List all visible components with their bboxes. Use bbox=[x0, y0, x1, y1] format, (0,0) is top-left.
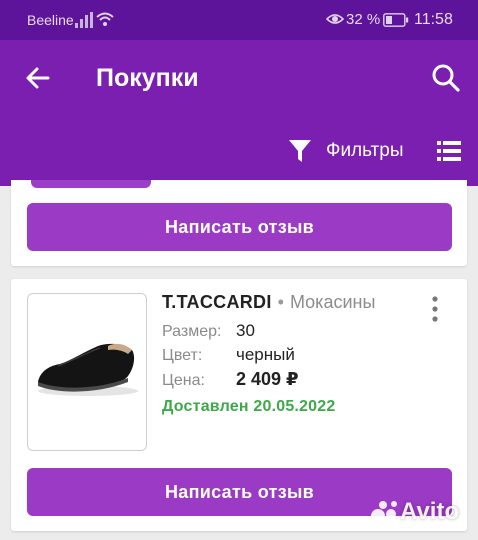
watermark-text: Avito bbox=[400, 498, 460, 525]
price-value: 2 409 ₽ bbox=[236, 369, 299, 389]
avito-watermark: Avito bbox=[370, 498, 459, 526]
color-value: черный bbox=[236, 345, 295, 364]
more-options-icon[interactable] bbox=[425, 295, 445, 323]
search-icon[interactable] bbox=[430, 62, 462, 94]
clock: 11:58 bbox=[414, 11, 453, 28]
list-view-icon[interactable] bbox=[436, 138, 462, 164]
filter-funnel-icon bbox=[289, 140, 311, 162]
back-arrow-icon[interactable] bbox=[22, 62, 54, 94]
moccasin-shoe-image bbox=[38, 343, 138, 396]
size-row: Размер: 30 bbox=[162, 321, 255, 341]
size-value: 30 bbox=[236, 321, 255, 340]
color-label: Цвет: bbox=[162, 347, 203, 364]
signal-icon bbox=[75, 12, 93, 28]
delivery-status: Доставлен 20.05.2022 bbox=[162, 398, 336, 415]
carrier-name: Beeline bbox=[27, 12, 74, 28]
brand-name: T.TACCARDI bbox=[162, 292, 272, 312]
product-thumbnail[interactable] bbox=[27, 293, 147, 451]
wifi-icon bbox=[96, 12, 114, 26]
eye-comfort-icon bbox=[326, 14, 344, 24]
price-row: Цена: 2 409 ₽ bbox=[162, 369, 299, 390]
separator-dot: • bbox=[277, 292, 284, 312]
page-title: Покупки bbox=[96, 64, 199, 92]
battery-percent: 32 % bbox=[346, 11, 381, 28]
app-bar: Покупки Фильтры bbox=[0, 40, 478, 186]
order-card: Написать отзыв bbox=[11, 180, 467, 266]
product-title: T.TACCARDI • Мокасины bbox=[162, 292, 375, 313]
write-review-button[interactable]: Написать отзыв bbox=[27, 203, 452, 251]
price-label: Цена: bbox=[162, 372, 205, 389]
filters-label: Фильтры bbox=[326, 140, 404, 161]
avito-logo-icon bbox=[371, 501, 397, 523]
filters-button[interactable]: Фильтры bbox=[288, 136, 403, 166]
size-label: Размер: bbox=[162, 323, 222, 340]
order-card: T.TACCARDI • Мокасины Размер: 30 Цвет: черны… bbox=[11, 279, 467, 531]
product-category: Мокасины bbox=[289, 292, 376, 312]
status-bar: Beeline 32 % 11:58 bbox=[0, 0, 478, 40]
scrolled-content-edge bbox=[31, 180, 151, 188]
color-row: Цвет: черный bbox=[162, 345, 295, 365]
battery-icon bbox=[383, 13, 409, 27]
